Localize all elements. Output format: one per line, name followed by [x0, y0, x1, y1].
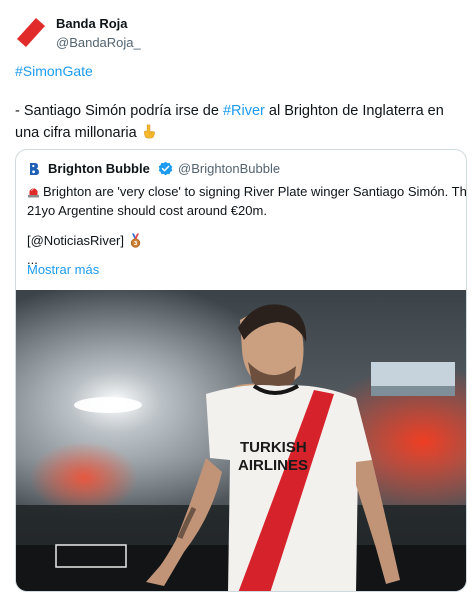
quote-text: Brighton are 'very close' to signing Riv… [27, 183, 466, 269]
quote-separator: · [274, 161, 279, 176]
quote-credit: [@NoticiasRiver] [27, 233, 124, 248]
quote-text-line-2: 21yo Argentine should cost around €20m. [27, 202, 267, 218]
avatar[interactable] [14, 15, 48, 49]
verified-badge-icon [158, 161, 173, 176]
player-photo-image: TURKISH AIRLINES [16, 290, 466, 591]
police-light-emoji-icon [28, 188, 39, 198]
author-name[interactable]: Banda Roja [56, 16, 128, 31]
brighton-bubble-avatar-icon[interactable] [27, 161, 43, 177]
banda-roja-logo-icon [14, 15, 48, 49]
quote-credit-line: [@NoticiasRiver] 3 [27, 232, 459, 251]
quoted-tweet[interactable]: Brighton Bubble @BrightonBubble · Bright… [15, 149, 467, 592]
player-photo[interactable]: TURKISH AIRLINES [16, 290, 466, 591]
quote-text-line: Brighton are 'very close' to signing Riv… [27, 183, 466, 202]
quote-author-name[interactable]: Brighton Bubble [48, 161, 150, 176]
pointing-down-emoji-icon [143, 124, 155, 139]
author-handle[interactable]: @BandaRoja_ [56, 35, 141, 50]
quote-author-handle[interactable]: @BrightonBubble [178, 161, 280, 176]
quote-text-spacer [27, 220, 459, 232]
show-more-link[interactable]: Mostrar más [27, 262, 99, 277]
bronze-medal-emoji-icon: 3 [130, 233, 140, 248]
svg-text:3: 3 [133, 241, 137, 247]
jersey-sponsor-line1: TURKISH [240, 439, 307, 456]
tweet-text-part1: - Santiago Simón podría irse de [15, 103, 223, 119]
hashtag-line: #SimonGate [15, 63, 93, 79]
tweet-text: - Santiago Simón podría irse de #River a… [15, 100, 465, 144]
hashtag-river-link[interactable]: #River [223, 103, 265, 119]
jersey-sponsor-line2: AIRLINES [238, 457, 308, 474]
quote-text-line-1: Brighton are 'very close' to signing Riv… [43, 184, 467, 199]
tweet-card: Banda Roja @BandaRoja_ #SimonGate - Sant… [0, 0, 474, 600]
hashtag-simongate-link[interactable]: #SimonGate [15, 63, 93, 79]
